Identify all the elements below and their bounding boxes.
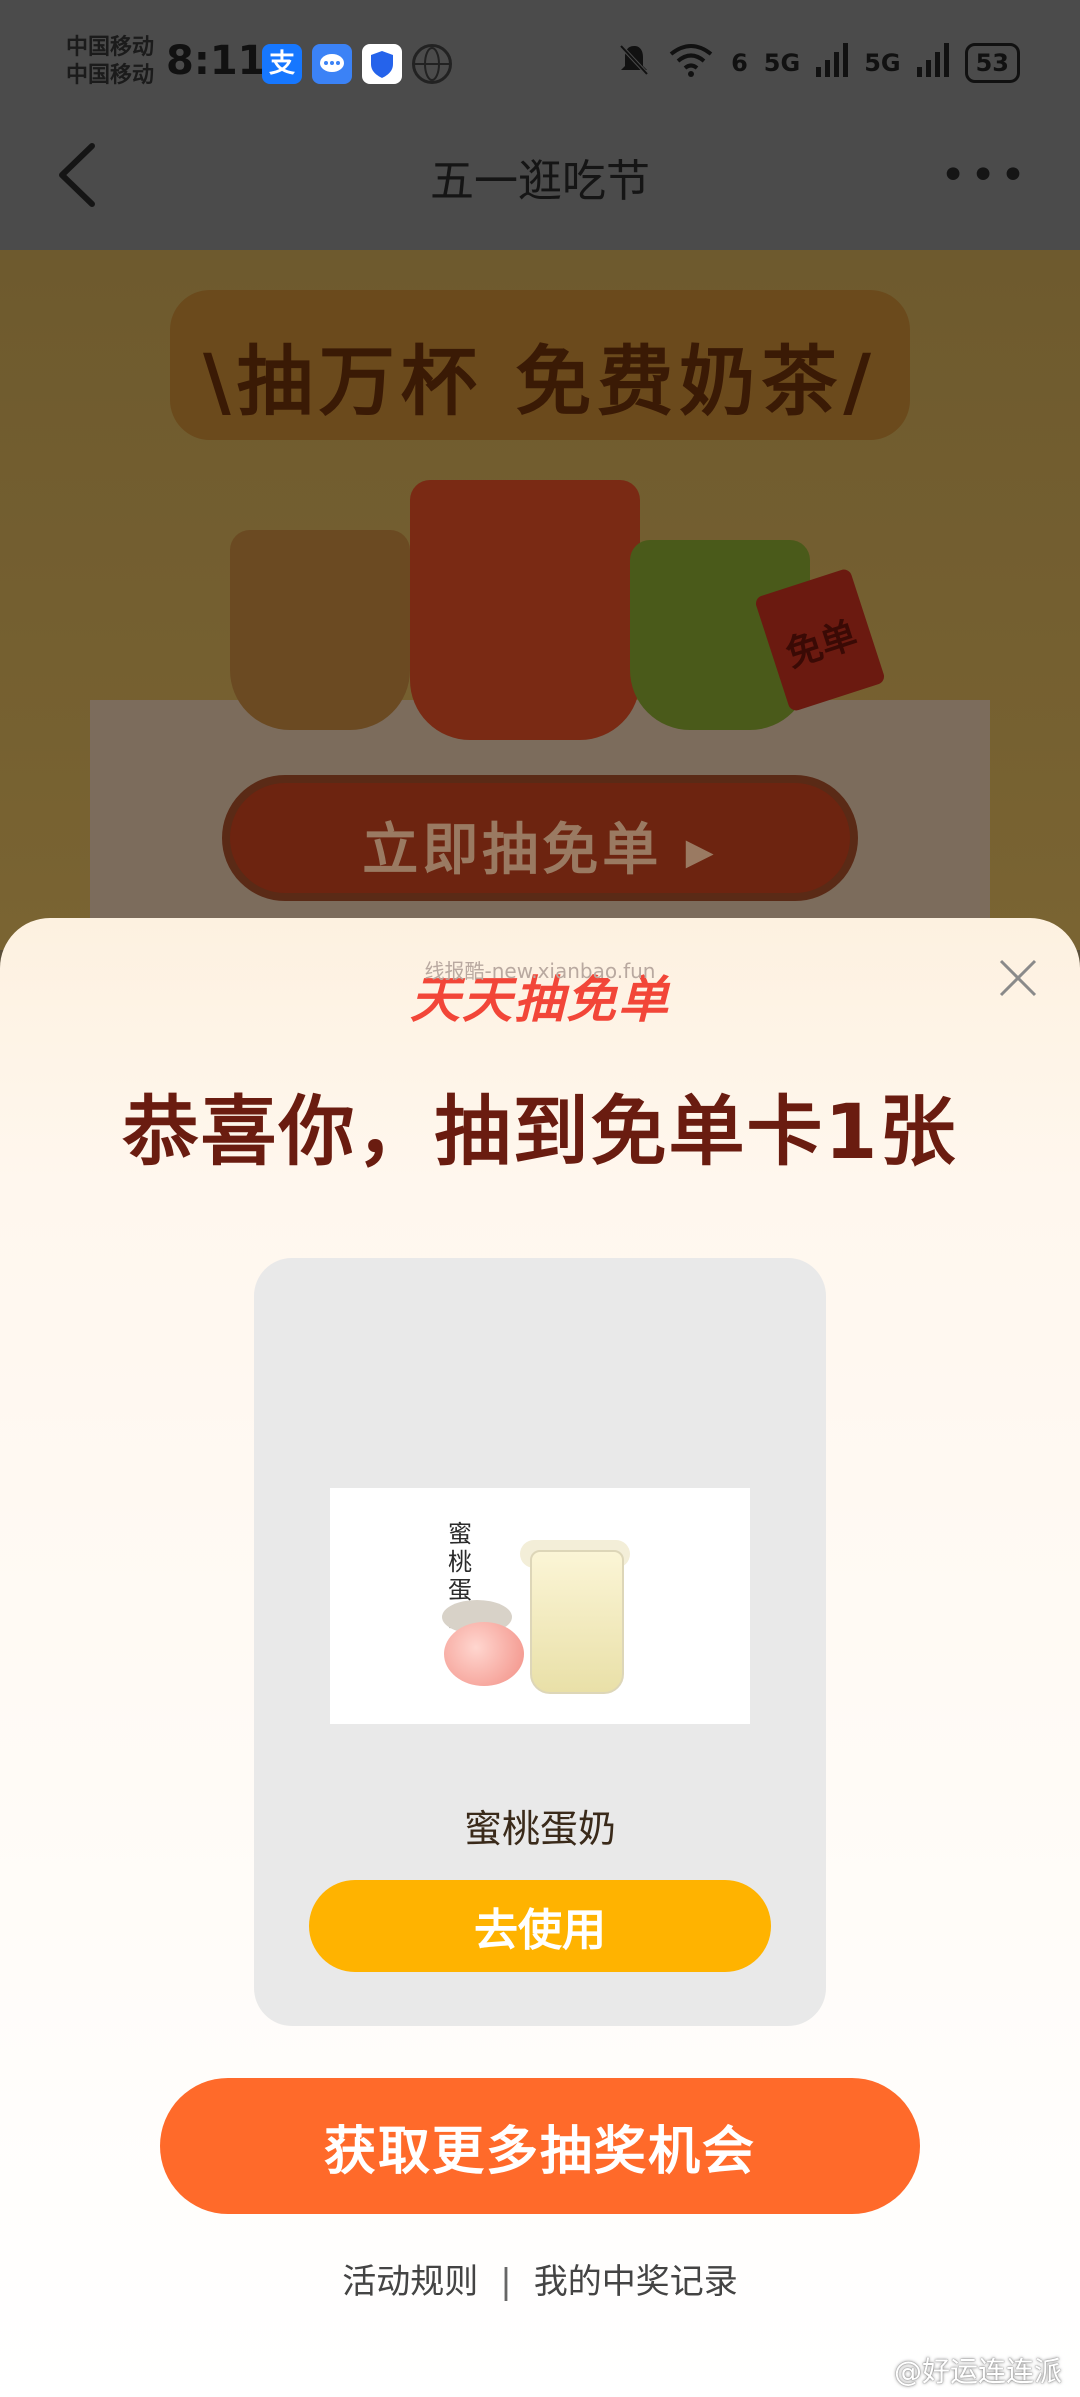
peach-illustration (444, 1622, 524, 1686)
signal-bars-icon (816, 43, 849, 83)
page-title: 五一逛吃节 (430, 156, 650, 207)
dessert-cup-image (230, 530, 410, 730)
footer-links: 活动规则 | 我的中奖记录 (0, 2254, 1080, 2303)
rules-link[interactable]: 活动规则 (342, 2262, 478, 2302)
clock: 8:11 (166, 38, 266, 84)
alipay-icon: 支 (262, 44, 302, 84)
wifi-icon (667, 42, 715, 84)
close-icon[interactable] (995, 955, 1041, 1001)
shield-icon (362, 44, 402, 84)
more-options-icon[interactable]: ••• (940, 150, 1030, 201)
globe-icon (412, 44, 452, 84)
status-right: 6 5G 5G 53 (617, 42, 1020, 84)
link-separator: | (500, 2262, 512, 2302)
signal-label-1: 5G (763, 49, 801, 77)
draw-now-label: 立即抽免单 ▸ (362, 818, 718, 883)
signal-bars-icon (916, 43, 949, 83)
hero-title: \抽万杯 免费奶茶/ (203, 337, 877, 426)
carrier-1: 中国移动 (66, 35, 155, 60)
drink-illustration (530, 1550, 624, 1694)
use-now-button[interactable]: 去使用 (309, 1880, 771, 1972)
wifi-badge: 6 (731, 49, 748, 77)
win-records-link[interactable]: 我的中奖记录 (534, 2262, 738, 2302)
watermark-text: 线报酷-new.xianbao.fun (424, 959, 656, 983)
weibo-watermark: @好运连连派 (893, 2355, 1062, 2388)
message-icon (312, 44, 352, 84)
carrier-2: 中国移动 (66, 63, 155, 88)
product-name: 蜜桃蛋奶 (463, 1807, 616, 1851)
ticket-text: 免单 (781, 614, 863, 676)
congrats-headline: 恭喜你，抽到免单卡1张 (122, 1087, 958, 1176)
get-more-chances-button[interactable]: 获取更多抽奖机会 (160, 2078, 920, 2214)
mute-bell-icon (617, 42, 651, 84)
battery-indicator: 53 (964, 43, 1020, 83)
signal-label-2: 5G (864, 49, 901, 77)
status-bar: 中国移动 中国移动 8:11 支 6 5G 5G 53 (0, 0, 1080, 130)
carrier-labels: 中国移动 中国移动 (66, 34, 154, 90)
tea-cup-image (410, 480, 640, 740)
